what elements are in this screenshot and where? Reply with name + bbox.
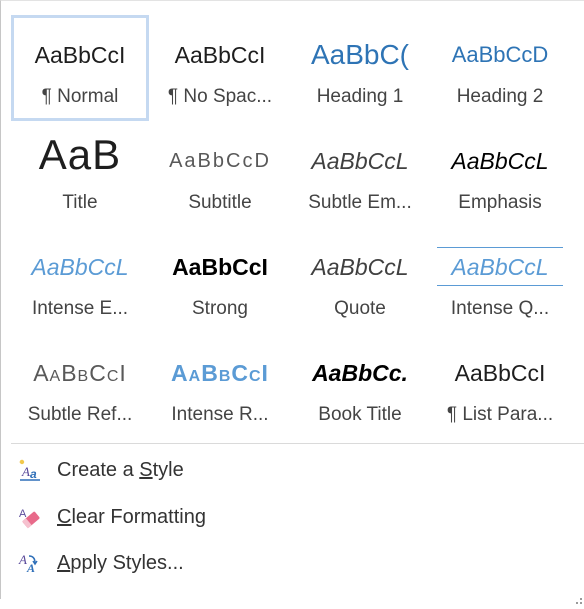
style-label: Intense E...: [31, 298, 129, 319]
style-emphasis[interactable]: AaBbCcL Emphasis: [431, 121, 569, 227]
create-style-icon: A a: [15, 456, 43, 484]
svg-text:A: A: [18, 552, 27, 567]
style-sample: AaBbCcI: [174, 42, 266, 68]
style-intense-emphasis[interactable]: AaBbCcL Intense E...: [11, 227, 149, 333]
apply-styles-label: Apply Styles...: [57, 551, 184, 574]
svg-text:A: A: [21, 464, 30, 479]
styles-gallery-dropdown: AaBbCcI ¶ Normal AaBbCcI ¶ No Spac... Aa…: [0, 0, 584, 604]
style-title[interactable]: AaB Title: [11, 121, 149, 227]
style-sample: AaBbCcD: [451, 42, 549, 67]
style-label: Intense Q...: [450, 298, 550, 319]
style-subtle-emphasis[interactable]: AaBbCcL Subtle Em...: [291, 121, 429, 227]
style-sample: AaB: [38, 133, 122, 177]
menu-divider: [11, 443, 584, 444]
clear-formatting-label: Clear Formatting: [57, 505, 206, 528]
apply-styles-icon: A A: [15, 549, 43, 577]
create-style-label: Create a Style: [57, 458, 184, 481]
clear-formatting-command[interactable]: A Clear Formatting: [15, 497, 415, 537]
resize-grip-icon[interactable]: [576, 591, 582, 604]
style-label: Subtle Ref...: [27, 404, 133, 425]
style-label: ¶ List Para...: [446, 404, 554, 425]
style-sample: AaBbCc.: [312, 360, 408, 386]
style-label: Heading 1: [316, 86, 404, 107]
style-sample: AaBbCcI: [171, 360, 269, 386]
style-normal[interactable]: AaBbCcI ¶ Normal: [11, 15, 149, 121]
style-sample: AaBbC(: [310, 39, 410, 70]
style-label: Quote: [334, 298, 386, 319]
style-sample: AaBbCcI: [33, 360, 127, 386]
create-style-command[interactable]: A a Create a Style: [15, 450, 415, 490]
style-no-spacing[interactable]: AaBbCcI ¶ No Spac...: [151, 15, 289, 121]
style-sample: AaBbCcL: [451, 148, 549, 174]
style-sample: AaBbCcL: [451, 254, 549, 280]
eraser-icon: A: [15, 503, 43, 531]
style-intense-quote[interactable]: AaBbCcL Intense Q...: [431, 227, 569, 333]
svg-text:a: a: [30, 467, 37, 481]
style-strong[interactable]: AaBbCcI Strong: [151, 227, 289, 333]
quote-border-bottom: [437, 285, 563, 286]
style-label: Book Title: [318, 404, 402, 425]
style-label: Heading 2: [456, 86, 544, 107]
style-label: ¶ Normal: [41, 86, 119, 107]
style-label: Intense R...: [171, 404, 269, 425]
apply-styles-command[interactable]: A A Apply Styles...: [15, 543, 415, 583]
style-label: Subtitle: [188, 192, 252, 213]
style-sample: AaBbCcL: [311, 254, 409, 280]
style-sample: AaBbCcL: [311, 148, 409, 174]
style-label: Title: [62, 192, 98, 213]
style-book-title[interactable]: AaBbCc. Book Title: [291, 333, 429, 439]
style-sample: AaBbCcI: [34, 42, 126, 68]
style-sample: AaBbCcI: [172, 254, 268, 280]
svg-text:A: A: [19, 508, 27, 520]
style-subtle-reference[interactable]: AaBbCcI Subtle Ref...: [11, 333, 149, 439]
style-sample: AaBbCcD: [169, 150, 271, 172]
style-list-paragraph[interactable]: AaBbCcI ¶ List Para...: [431, 333, 569, 439]
style-label: Subtle Em...: [308, 192, 412, 213]
style-intense-reference[interactable]: AaBbCcI Intense R...: [151, 333, 289, 439]
style-label: ¶ No Spac...: [167, 86, 273, 107]
style-subtitle[interactable]: AaBbCcD Subtitle: [151, 121, 289, 227]
style-heading-2[interactable]: AaBbCcD Heading 2: [431, 15, 569, 121]
style-heading-1[interactable]: AaBbC( Heading 1: [291, 15, 429, 121]
style-label: Strong: [192, 298, 248, 319]
style-sample: AaBbCcL: [31, 254, 129, 280]
style-sample: AaBbCcI: [454, 360, 546, 386]
style-label: Emphasis: [458, 192, 542, 213]
style-quote[interactable]: AaBbCcL Quote: [291, 227, 429, 333]
